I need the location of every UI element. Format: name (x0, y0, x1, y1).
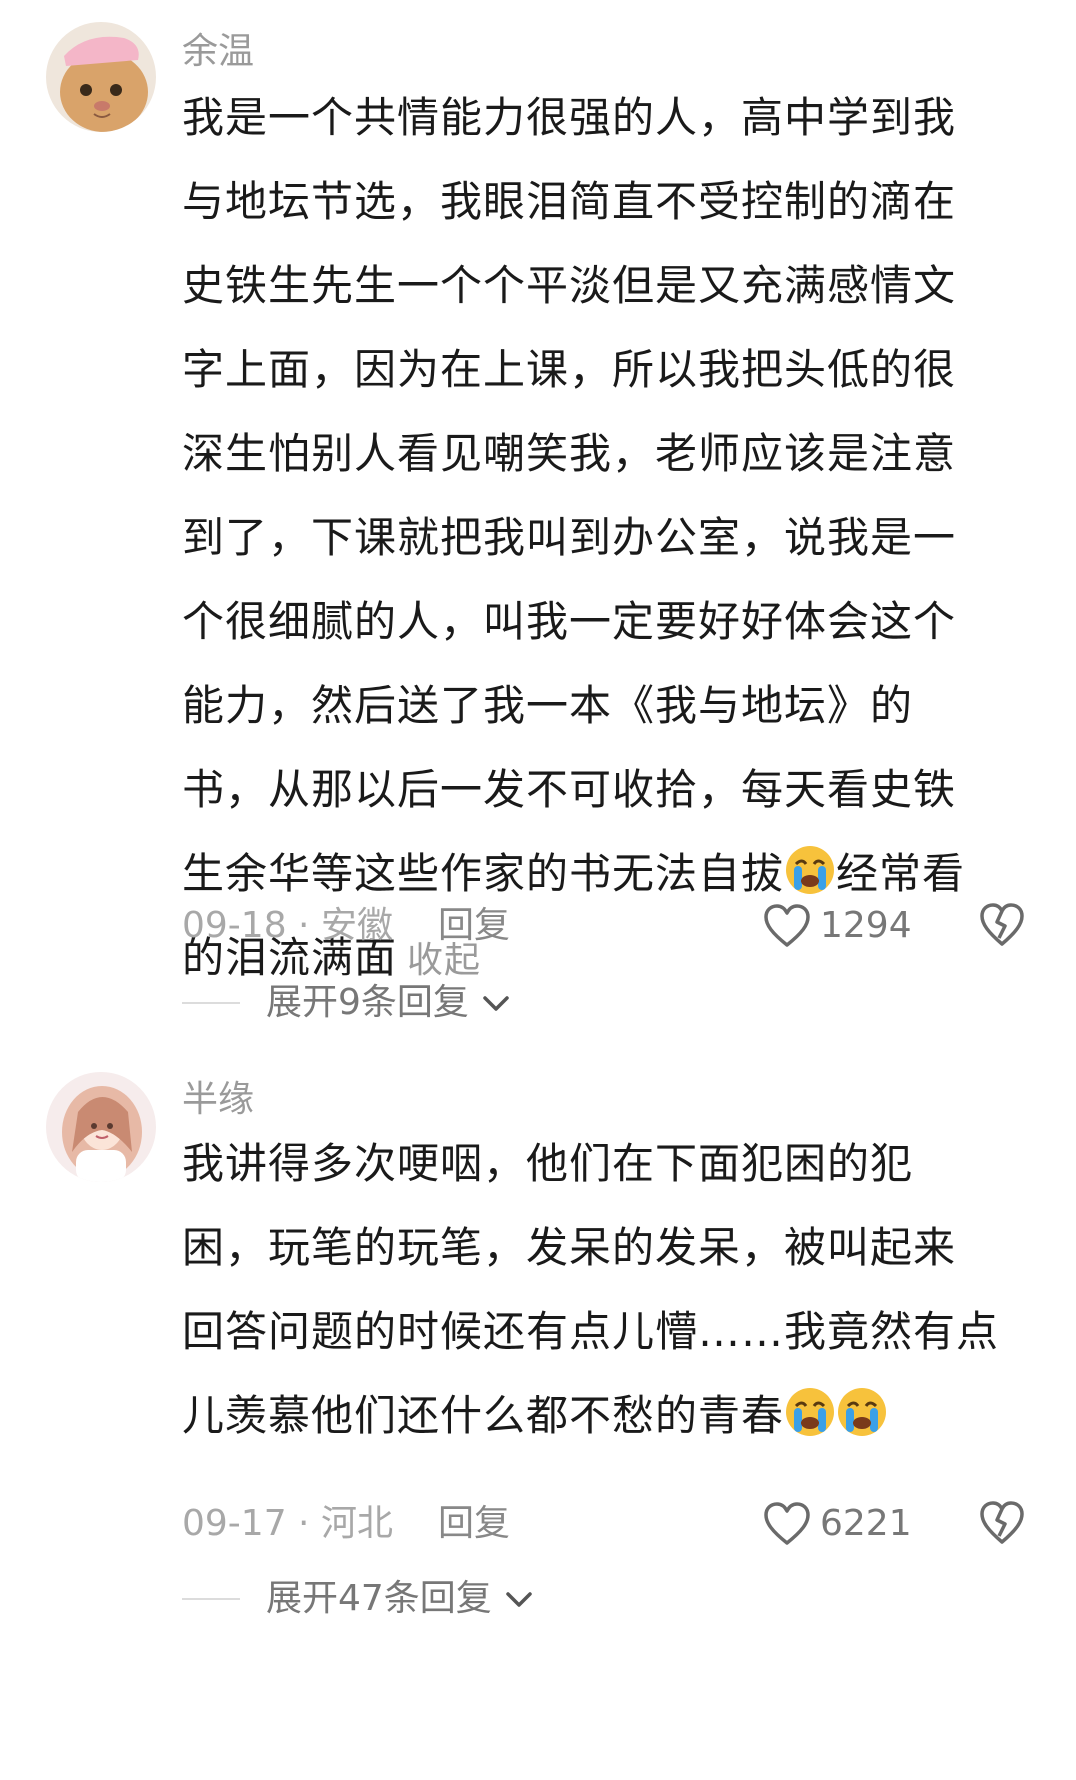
comment-line-text: 经常看 (836, 849, 966, 898)
dislike-icon (980, 903, 1024, 946)
comment-line: 深生怕别人看见嘲笑我，老师应该是注意 (182, 429, 957, 478)
comment-line: 到了，下课就把我叫到办公室，说我是一 (182, 513, 957, 562)
comment-line: 我是一个共情能力很强的人，高中学到我 (182, 93, 957, 142)
dislike-button[interactable] (978, 1500, 1026, 1546)
username[interactable]: 余温 (182, 30, 254, 74)
comment-line: 儿羡慕他们还什么都不愁的青春 (182, 1374, 1022, 1458)
crying-emoji-icon (838, 1388, 887, 1436)
comment-line: 与地坛节选，我眼泪简直不受控制的滴在 (182, 177, 957, 226)
avatar[interactable] (46, 1072, 156, 1182)
reply-button[interactable]: 回复 (438, 900, 510, 952)
expand-replies-label: 展开9条回复 (266, 982, 469, 1023)
username[interactable]: 半缘 (182, 1078, 254, 1122)
comment-text: 我是一个共情能力很强的人，高中学到我 与地坛节选，我眼泪简直不受控制的滴在 史铁… (182, 76, 1022, 1003)
divider (182, 1598, 240, 1600)
comment-line: 我讲得多次哽咽，他们在下面犯困的犯 (182, 1139, 914, 1188)
comment-line-text: 生余华等这些作家的书无法自拔 (182, 849, 785, 898)
comment-line: 字上面，因为在上课，所以我把头低的很 (182, 345, 957, 394)
crying-emoji-icon (786, 846, 835, 894)
comment-text: 我讲得多次哽咽，他们在下面犯困的犯 困，玩笔的玩笔，发呆的发呆，被叫起来 回答问… (182, 1122, 1022, 1458)
like-count: 1294 (820, 905, 912, 946)
expand-replies[interactable]: 展开47条回复 (182, 1574, 536, 1624)
divider (182, 1002, 240, 1004)
chevron-down-icon (483, 996, 509, 1011)
comment-line: 史铁生先生一个个平淡但是又充满感情文 (182, 261, 957, 310)
avatar[interactable] (46, 22, 156, 132)
dislike-button[interactable] (978, 902, 1026, 948)
crying-emoji-icon (786, 1388, 835, 1436)
date-location: 09-18 · 安徽 (182, 905, 393, 946)
dislike-icon (980, 1501, 1024, 1544)
comment-line: 书，从那以后一发不可收拾，每天看史铁 (182, 765, 957, 814)
like-button[interactable]: 6221 (762, 1498, 912, 1550)
date-location: 09-17 · 河北 (182, 1503, 393, 1544)
comment-meta: 09-17 · 河北 回复 6221 (182, 1498, 1042, 1550)
expand-replies[interactable]: 展开9条回复 (182, 978, 513, 1028)
comment-meta: 09-18 · 安徽 回复 1294 (182, 900, 1042, 952)
comment-line: 困，玩笔的玩笔，发呆的发呆，被叫起来 (182, 1223, 957, 1272)
comment-line-text: 儿羡慕他们还什么都不愁的青春 (182, 1391, 785, 1440)
heart-icon (764, 1502, 810, 1545)
comment-line: 回答问题的时候还有点儿懵……我竟然有点 (182, 1307, 1000, 1356)
comment-line: 能力，然后送了我一本《我与地坛》的 (182, 681, 914, 730)
heart-icon (764, 904, 810, 947)
comment-line: 个很细腻的人，叫我一定要好好体会这个 (182, 597, 957, 646)
chevron-down-icon (506, 1592, 532, 1607)
like-button[interactable]: 1294 (762, 900, 912, 952)
like-count: 6221 (820, 1503, 912, 1544)
expand-replies-label: 展开47条回复 (266, 1578, 492, 1619)
reply-button[interactable]: 回复 (438, 1498, 510, 1550)
